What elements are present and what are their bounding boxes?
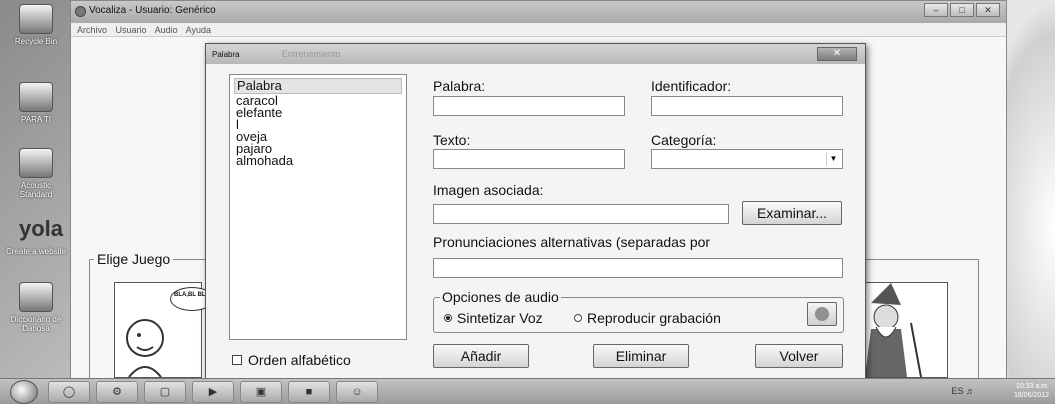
app-title: Vocaliza - Usuario: Genérico [89, 5, 216, 16]
pdf-icon: ■ [305, 386, 313, 398]
music-icon [19, 148, 53, 178]
menu-archivo[interactable]: Archivo [77, 25, 107, 35]
browser-icon: ◯ [62, 386, 76, 398]
record-icon [815, 307, 829, 321]
taskbar: ◯ ⚙ ▢ ▶ ▣ ■ ☺ ES ♬ 10:33 a.m. 18/06/2012 [0, 378, 1055, 404]
recycle-bin-icon [19, 4, 53, 34]
desktop-icon-yola[interactable]: yola Create a website [4, 214, 68, 256]
list-item[interactable]: elefante [234, 106, 402, 119]
radio-reproducir-dot[interactable] [574, 314, 582, 322]
close-button[interactable]: ✕ [976, 3, 1000, 17]
dialog-title: Palabra [212, 50, 240, 59]
palabra-dialog: Palabra Entrenamiento ✕ Palabra caracol … [205, 43, 866, 379]
desktop-icon-label: Acoustic Standard [19, 181, 53, 199]
media-icon: ▶ [208, 386, 218, 398]
texto-input[interactable] [433, 149, 625, 169]
clock-date: 18/06/2012 [1013, 392, 1049, 399]
desktop-icon-recycle-bin[interactable]: Recycle Bin [4, 4, 68, 46]
taskbar-ie[interactable]: ◯ [48, 381, 90, 403]
record-button[interactable] [807, 302, 837, 326]
delete-button[interactable]: Eliminar [593, 344, 689, 368]
texto-label: Texto: [433, 132, 471, 148]
game-tile-speech[interactable]: BLA,BL BLA [114, 282, 214, 378]
desktop-icon-label: Diccionario de Danosa [10, 315, 62, 333]
desktop-icon-diccionario[interactable]: Diccionario de Danosa [4, 282, 68, 333]
taskbar-app5[interactable]: ▣ [240, 381, 282, 403]
taskbar-app6[interactable]: ■ [288, 381, 330, 403]
menubar: Archivo Usuario Audio Ayuda [71, 23, 1006, 37]
volume-icon[interactable]: ♬ [966, 386, 975, 396]
window-controls: – □ ✕ [924, 3, 1000, 17]
tray-lang[interactable]: ES [951, 386, 963, 396]
desktop-icon-label: Recycle Bin [14, 37, 58, 46]
folder-icon [19, 82, 53, 112]
radio-reproducir[interactable]: Reproducir grabación [574, 310, 721, 326]
word-list[interactable]: Palabra caracol elefante l oveja pajaro … [229, 74, 407, 340]
dialog-faded-title: Entrenamiento [281, 49, 341, 59]
desktop-icon-label: Create a website [5, 247, 67, 256]
add-button[interactable]: Añadir [433, 344, 529, 368]
app-icon [75, 6, 86, 17]
identificador-label: Identificador: [651, 78, 732, 94]
minimize-button[interactable]: – [924, 3, 948, 17]
categoria-label: Categoría: [651, 132, 717, 148]
vocaliza-icon: ☺ [351, 386, 363, 398]
taskbar-folder[interactable]: ▢ [144, 381, 186, 403]
sort-checkbox-row[interactable]: Orden alfabético [232, 352, 351, 368]
tray-clock[interactable]: 10:33 a.m. 18/06/2012 [1014, 382, 1049, 400]
books-icon [19, 282, 53, 312]
window-icon: ▣ [255, 386, 267, 398]
folder-icon: ▢ [159, 386, 171, 398]
dialog-titlebar[interactable]: Palabra Entrenamiento ✕ [206, 44, 865, 64]
chevron-down-icon[interactable]: ▼ [826, 152, 840, 166]
back-button[interactable]: Volver [755, 344, 843, 368]
sort-checkbox[interactable] [232, 355, 242, 365]
radio-sintetizar-dot[interactable] [444, 314, 452, 322]
taskbar-app2[interactable]: ⚙ [96, 381, 138, 403]
app-titlebar[interactable]: Vocaliza - Usuario: Genérico – □ ✕ [71, 1, 1006, 23]
menu-audio[interactable]: Audio [155, 25, 178, 35]
palabra-input[interactable] [433, 96, 625, 116]
desktop-icon-label: PARA TI [21, 115, 51, 124]
dialog-close-button[interactable]: ✕ [817, 47, 857, 61]
start-button[interactable] [10, 380, 38, 404]
gear-icon: ⚙ [112, 386, 122, 398]
pronunciaciones-label: Pronunciaciones alternativas (separadas … [433, 234, 711, 250]
menu-usuario[interactable]: Usuario [116, 25, 147, 35]
radio-sintetizar[interactable]: Sintetizar Voz [444, 310, 543, 326]
taskbar-media[interactable]: ▶ [192, 381, 234, 403]
yola-icon: yola [19, 216, 64, 241]
sort-checkbox-label: Orden alfabético [248, 352, 351, 368]
examinar-button[interactable]: Examinar... [742, 201, 842, 225]
identificador-input[interactable] [651, 96, 843, 116]
pronunciaciones-input[interactable] [433, 258, 843, 278]
imagen-label: Imagen asociada: [433, 182, 544, 198]
radio-reproducir-label: Reproducir grabación [587, 310, 721, 326]
desktop-icon-para-ti[interactable]: PARA TI [4, 82, 68, 124]
menu-ayuda[interactable]: Ayuda [186, 25, 211, 35]
tray-icons[interactable]: ES ♬ [951, 386, 975, 396]
list-item[interactable]: almohada [234, 154, 402, 167]
radio-sintetizar-label: Sintetizar Voz [457, 310, 543, 326]
elige-juego-label: Elige Juego [94, 251, 174, 267]
taskbar-vocaliza[interactable]: ☺ [336, 381, 378, 403]
maximize-button[interactable]: □ [950, 3, 974, 17]
imagen-input[interactable] [433, 204, 729, 224]
word-list-header[interactable]: Palabra [234, 78, 402, 94]
audio-options-group: Opciones de audio Sintetizar Voz Reprodu… [433, 289, 844, 333]
audio-options-label: Opciones de audio [440, 289, 561, 305]
categoria-select[interactable]: ▼ [651, 149, 843, 169]
clock-time: 10:33 a.m. [1015, 383, 1049, 390]
desktop-icon-acoustic[interactable]: Acoustic Standard [4, 148, 68, 199]
palabra-label: Palabra: [433, 78, 486, 94]
